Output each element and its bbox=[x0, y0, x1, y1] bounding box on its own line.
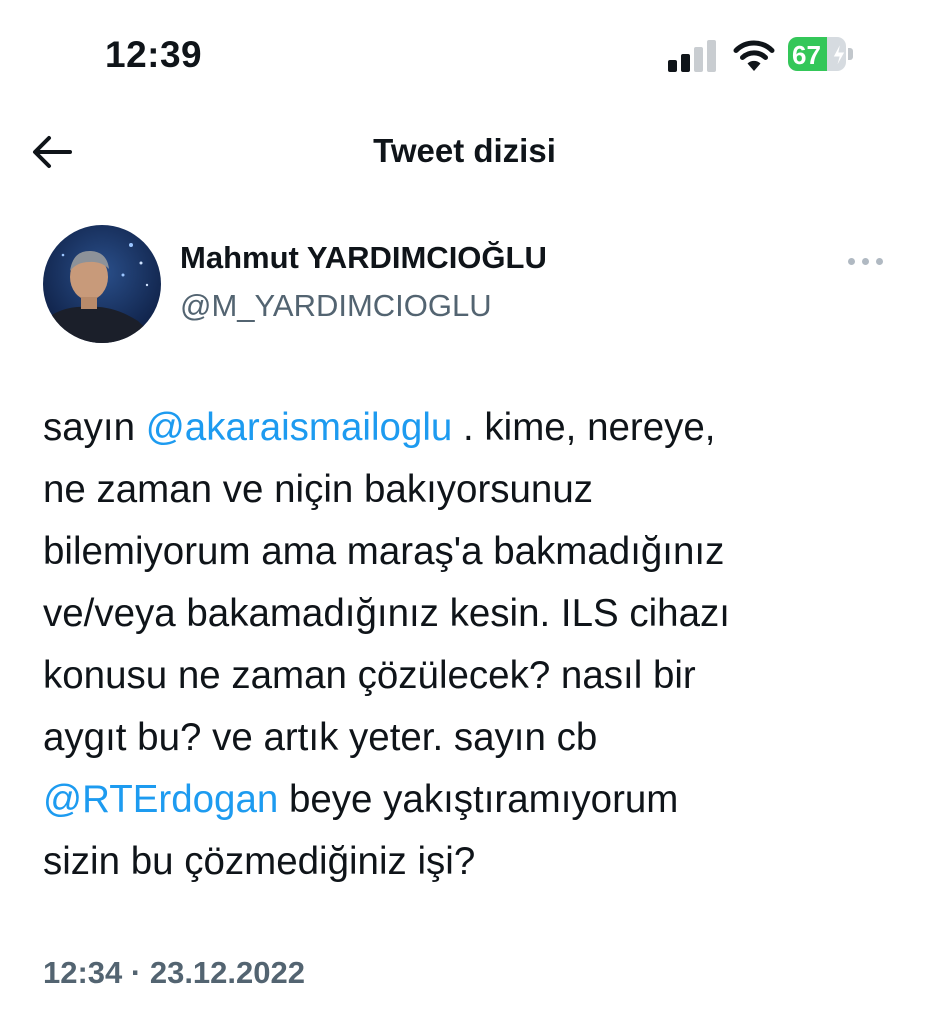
tweet-timestamp[interactable]: 12:34 · 23.12.2022 bbox=[43, 955, 305, 991]
author-name[interactable]: Mahmut YARDIMCIOĞLU bbox=[180, 240, 547, 276]
status-time: 12:39 bbox=[105, 34, 203, 75]
tweet-text-line: ne zaman ve niçin bakıyorsunuz bbox=[43, 459, 903, 521]
tweet-text-segment: aygıt bu? ve artık yeter. sayın cb bbox=[43, 716, 598, 759]
tweet-text-segment: bilemiyorum ama maraş'a bakmadığınız bbox=[43, 530, 725, 573]
tweet-text-line: konusu ne zaman çözülecek? nasıl bir bbox=[43, 645, 903, 707]
charging-bolt-icon bbox=[832, 41, 846, 69]
tweet-text-segment: ve/veya bakamadığınız kesin. ILS cihazı bbox=[43, 592, 730, 635]
cellular-signal-icon bbox=[668, 38, 718, 72]
tweet-text-segment: beye yakıştıramıyorum bbox=[278, 778, 679, 821]
wifi-icon bbox=[733, 40, 775, 71]
nav-header: Tweet dizisi bbox=[0, 110, 929, 194]
tweet-text-segment: sizin bu çözmediğiniz işi? bbox=[43, 840, 476, 883]
tweet-text-line: sizin bu çözmediğiniz işi? bbox=[43, 831, 903, 893]
tweet-text-line: ve/veya bakamadığınız kesin. ILS cihazı bbox=[43, 583, 903, 645]
avatar-image bbox=[43, 225, 161, 343]
tweet-text-line: aygıt bu? ve artık yeter. sayın cb bbox=[43, 707, 903, 769]
battery-indicator: 67 bbox=[788, 37, 858, 73]
tweet-text-segment: ne zaman ve niçin bakıyorsunuz bbox=[43, 468, 593, 511]
tweet-author: Mahmut YARDIMCIOĞLU @M_YARDIMCIOGLU bbox=[0, 220, 929, 350]
status-bar: 12:39 67 bbox=[0, 0, 929, 110]
tweet-text-line: bilemiyorum ama maraş'a bakmadığınız bbox=[43, 521, 903, 583]
page-title: Tweet dizisi bbox=[373, 132, 556, 169]
battery-nub bbox=[848, 48, 853, 60]
battery-percent: 67 bbox=[792, 40, 821, 70]
tweet-text-line: @RTErdogan beye yakıştıramıyorum bbox=[43, 769, 903, 831]
tweet-text-segment: . kime, nereye, bbox=[452, 406, 716, 449]
tweet-text: sayın @akaraismailoglu . kime, nereye, ne… bbox=[43, 397, 903, 893]
tweet-text-line: sayın @akaraismailoglu . kime, nereye, bbox=[43, 397, 903, 459]
tweet-text-segment: sayın bbox=[43, 406, 146, 449]
mention-link[interactable]: @akaraismailoglu bbox=[146, 406, 453, 449]
mention-link[interactable]: @RTErdogan bbox=[43, 778, 278, 821]
avatar[interactable] bbox=[43, 225, 161, 343]
author-handle[interactable]: @M_YARDIMCIOGLU bbox=[180, 288, 492, 324]
more-options-icon[interactable] bbox=[848, 258, 884, 268]
tweet-text-segment: konusu ne zaman çözülecek? nasıl bir bbox=[43, 654, 696, 697]
